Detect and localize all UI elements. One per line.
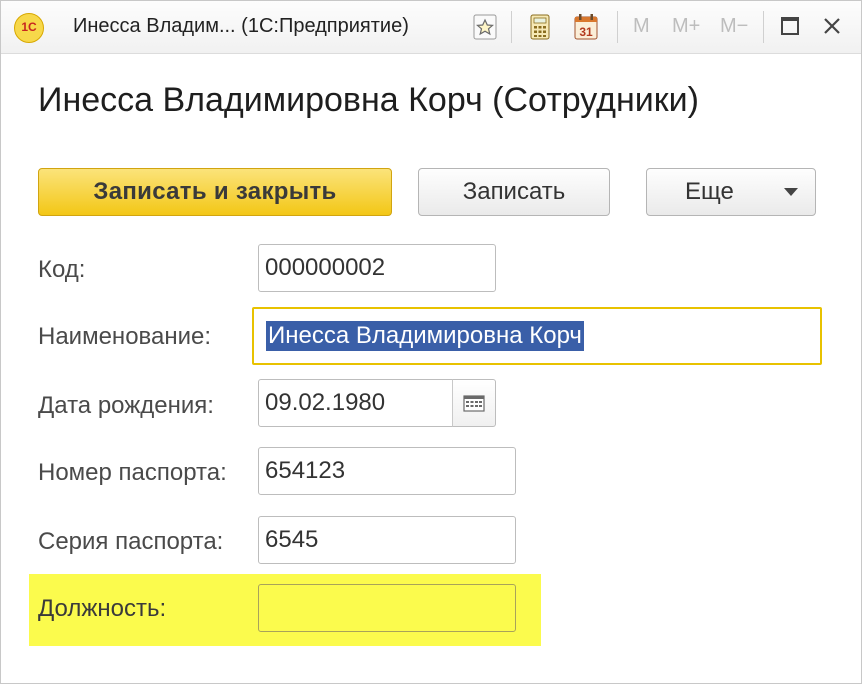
name-field[interactable]: Инесса Владимировна Корч bbox=[252, 307, 822, 365]
code-field[interactable]: 000000002 bbox=[258, 244, 496, 292]
code-value: 000000002 bbox=[265, 254, 386, 281]
position-label: Должность: bbox=[38, 595, 167, 622]
memory-button-m[interactable]: M bbox=[633, 15, 650, 38]
more-menu-button[interactable]: Еще bbox=[646, 168, 816, 216]
birth-date-value: 09.02.1980 bbox=[265, 389, 386, 416]
code-label: Код: bbox=[38, 256, 86, 283]
window-title: Инесса Владим... (1С:Предприятие) bbox=[73, 15, 409, 37]
page-title: Инесса Владимировна Корч (Сотрудники) bbox=[38, 81, 699, 119]
close-icon[interactable] bbox=[819, 13, 845, 39]
birth-date-label: Дата рождения: bbox=[38, 392, 214, 419]
calendar-icon[interactable]: 31 bbox=[572, 12, 600, 42]
app-logo-text: 1С bbox=[21, 20, 37, 34]
passport-number-value: 654123 bbox=[265, 457, 346, 484]
passport-series-value: 6545 bbox=[265, 526, 319, 553]
name-label: Наименование: bbox=[38, 323, 212, 350]
date-picker-button[interactable] bbox=[452, 379, 496, 427]
passport-series-label: Серия паспорта: bbox=[38, 528, 224, 555]
svg-text:31: 31 bbox=[579, 25, 593, 39]
position-field[interactable] bbox=[258, 584, 516, 632]
passport-series-field[interactable]: 6545 bbox=[258, 516, 516, 564]
toolbar-separator bbox=[617, 11, 618, 43]
memory-button-m-minus[interactable]: M− bbox=[720, 15, 748, 38]
form-window: 1С Инесса Владим... (1С:Предприятие) 31 … bbox=[0, 0, 862, 684]
memory-button-m-plus[interactable]: M+ bbox=[672, 15, 700, 38]
toolbar-separator bbox=[763, 11, 764, 43]
app-logo-icon: 1С bbox=[14, 13, 44, 43]
more-button-label: Еще bbox=[685, 178, 734, 205]
calendar-picker-icon bbox=[463, 395, 485, 412]
birth-date-field[interactable]: 09.02.1980 bbox=[258, 379, 454, 427]
passport-number-label: Номер паспорта: bbox=[38, 459, 227, 486]
name-value-selected: Инесса Владимировна Корч bbox=[266, 321, 584, 351]
save-and-close-button[interactable]: Записать и закрыть bbox=[38, 168, 392, 216]
calculator-icon[interactable] bbox=[526, 12, 554, 42]
title-bar: 1С Инесса Владим... (1С:Предприятие) 31 … bbox=[1, 1, 861, 54]
dropdown-arrow-icon bbox=[784, 188, 798, 196]
passport-number-field[interactable]: 654123 bbox=[258, 447, 516, 495]
save-button[interactable]: Записать bbox=[418, 168, 610, 216]
toolbar-separator bbox=[511, 11, 512, 43]
favorite-star-icon[interactable] bbox=[471, 12, 499, 42]
maximize-icon[interactable] bbox=[777, 13, 803, 39]
